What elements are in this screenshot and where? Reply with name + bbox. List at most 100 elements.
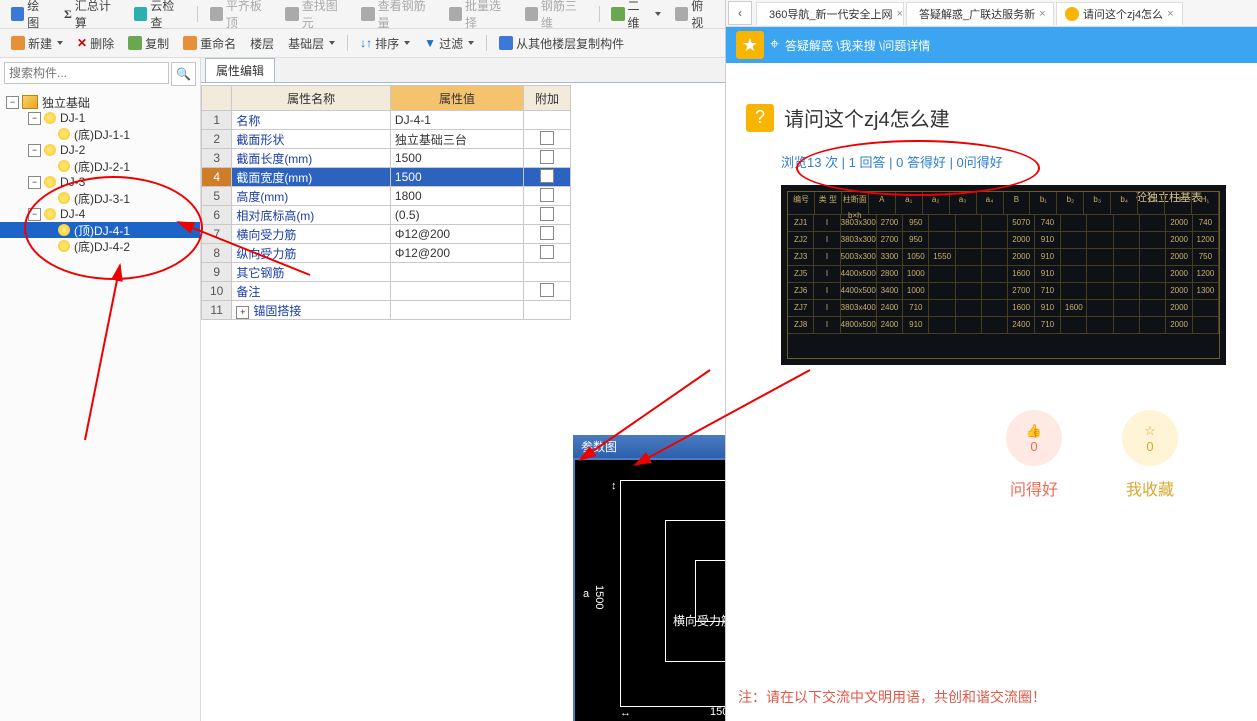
star-icon: ★ xyxy=(736,31,764,59)
delete-icon: ✕ xyxy=(77,36,87,50)
tree-root[interactable]: −独立基础 xyxy=(0,94,200,110)
checkbox[interactable] xyxy=(540,207,554,221)
rebar-icon xyxy=(361,7,374,21)
tb-sort[interactable]: ↓↑ 排序 xyxy=(355,34,415,53)
checkbox[interactable] xyxy=(540,131,554,145)
tb-floor[interactable]: 楼层 xyxy=(245,34,279,53)
tb-copy[interactable]: 复制 xyxy=(123,34,174,53)
tree-item[interactable]: (底)DJ-3-1 xyxy=(0,190,200,206)
checkbox[interactable] xyxy=(540,245,554,259)
vote-helpful[interactable]: 👍0 问得好 xyxy=(1006,410,1062,500)
property-row[interactable]: 11+锚固搭接 xyxy=(202,301,571,320)
property-row[interactable]: 4截面宽度(mm)1500 xyxy=(202,168,571,187)
property-row[interactable]: 3截面长度(mm)1500 xyxy=(202,149,571,168)
parameter-diagram: 参数图 纵向受力筋 横向受力筋 1500 b 1500 a ↕ ↔ xyxy=(573,435,725,721)
checkbox[interactable] xyxy=(540,226,554,240)
col-extra: 附加 xyxy=(524,86,571,111)
tb-del[interactable]: ✕ 删除 xyxy=(72,34,119,53)
table-row: ZJ3I5003x30033001050155020009102000750 xyxy=(788,249,1219,266)
search-icon: 🔍 xyxy=(176,67,191,81)
tb-sum[interactable]: Σ 汇总计算 xyxy=(59,0,125,32)
tree-group[interactable]: −DJ-1 xyxy=(0,110,200,126)
diagram-dim-a: 1500 xyxy=(593,585,605,609)
copyfrom-icon xyxy=(499,36,513,50)
property-row[interactable]: 10备注 xyxy=(202,282,571,301)
tree-group[interactable]: −DJ-3 xyxy=(0,174,200,190)
table-row: ZJ8I4800x500240091024007102000 xyxy=(788,317,1219,334)
tree-item[interactable]: (底)DJ-2-1 xyxy=(0,158,200,174)
property-row[interactable]: 7横向受力筋Φ12@200 xyxy=(202,225,571,244)
tb-2d[interactable]: 二维 xyxy=(606,0,666,32)
close-icon[interactable]: × xyxy=(1167,8,1173,20)
tb-base[interactable]: 基础层 xyxy=(283,34,340,53)
breadcrumb[interactable]: 答疑解惑 \我来搜 \问题详情 xyxy=(785,37,930,54)
property-row[interactable]: 6相对底标高(m)(0.5) xyxy=(202,206,571,225)
property-row[interactable]: 9其它钢筋 xyxy=(202,263,571,282)
filter-icon: ▼ xyxy=(424,36,436,50)
question-meta: 浏览13 次 | 1 回答 | 0 答得好 | 0问得好 xyxy=(781,152,1237,171)
align-icon xyxy=(210,7,223,21)
tree-item[interactable]: (顶)DJ-4-1 xyxy=(0,222,200,238)
close-icon[interactable]: × xyxy=(896,8,902,20)
close-icon[interactable]: × xyxy=(1039,8,1045,20)
tb-align[interactable]: 平齐板顶 xyxy=(205,0,277,32)
diagram-lab-a: a xyxy=(583,588,589,600)
new-icon xyxy=(11,36,25,50)
property-table[interactable]: 属性名称 属性值 附加 1名称DJ-4-12截面形状独立基础三台3截面长度(mm… xyxy=(201,85,571,320)
search-button[interactable]: 🔍 xyxy=(171,62,196,86)
vote-favorite[interactable]: ☆0 我收藏 xyxy=(1122,410,1178,500)
copy-icon xyxy=(128,36,142,50)
tree-group[interactable]: −DJ-4 xyxy=(0,206,200,222)
diagram-title: 参数图 xyxy=(573,435,725,458)
favicon-icon xyxy=(1065,7,1079,21)
search-input[interactable] xyxy=(4,62,169,84)
browser-tab[interactable]: 360导航_新一代安全上网× xyxy=(756,2,904,25)
question-title: 请问这个zj4怎么建 xyxy=(784,103,950,132)
tb-cloud[interactable]: 云检查 xyxy=(129,0,189,32)
tb-iso[interactable]: 俯视 xyxy=(670,0,719,32)
rename-icon xyxy=(183,36,197,50)
tb-rename[interactable]: 重命名 xyxy=(178,34,241,53)
tb-new[interactable]: 新建 xyxy=(6,34,68,53)
tb-filter[interactable]: ▼ 过滤 xyxy=(419,34,479,53)
tree-item[interactable]: (底)DJ-4-2 xyxy=(0,238,200,254)
checkbox[interactable] xyxy=(540,283,554,297)
tb-draw[interactable]: 绘图 xyxy=(6,0,55,32)
checkbox[interactable] xyxy=(540,188,554,202)
find-icon xyxy=(285,7,298,21)
tree-group[interactable]: −DJ-2 xyxy=(0,142,200,158)
checkbox[interactable] xyxy=(540,169,554,183)
table-row: ZJ7I3803x4002400710160091016002000 xyxy=(788,300,1219,317)
property-row[interactable]: 2截面形状独立基础三台 xyxy=(202,130,571,149)
property-row[interactable]: 5高度(mm)1800 xyxy=(202,187,571,206)
batch-icon xyxy=(449,7,462,21)
tree-item[interactable]: (底)DJ-1-1 xyxy=(0,126,200,142)
property-row[interactable]: 8纵向受力筋Φ12@200 xyxy=(202,244,571,263)
footer-note: 注：请在以下交流中文明用语，共创和谐交流圈！ xyxy=(738,687,1046,707)
browser-tabbar: ‹ 360导航_新一代安全上网×答疑解惑_广联达服务新×请问这个zj4怎么× xyxy=(726,0,1257,27)
prop-tabs: 属性编辑 xyxy=(201,58,725,83)
checkbox[interactable] xyxy=(540,150,554,164)
cloud-icon xyxy=(134,7,147,21)
browser-back[interactable]: ‹ xyxy=(728,1,752,25)
tab-property-edit[interactable]: 属性编辑 xyxy=(205,58,275,82)
draw-icon xyxy=(11,7,24,21)
sort-icon: ↓↑ xyxy=(360,36,372,50)
component-tree[interactable]: −独立基础−DJ-1(底)DJ-1-1−DJ-2(底)DJ-2-1−DJ-3(底… xyxy=(0,90,200,721)
question-icon: ? xyxy=(746,104,774,132)
browser-tab[interactable]: 答疑解惑_广联达服务新× xyxy=(906,2,1054,25)
browser-tab[interactable]: 请问这个zj4怎么× xyxy=(1056,2,1183,25)
embedded-drawing[interactable]: 砼独立柱基表 编号类 型柱断面 b×hAa₁a₂a₃a₄Bb₁b₂b₃b₄CHH… xyxy=(781,185,1226,365)
property-row[interactable]: 1名称DJ-4-1 xyxy=(202,111,571,130)
tb-copyfrom[interactable]: 从其他楼层复制构件 xyxy=(494,34,629,53)
star-outline-icon: ☆ xyxy=(1144,423,1156,439)
tb-rebar[interactable]: 查看钢筋量 xyxy=(356,0,439,32)
view2d-icon xyxy=(611,7,624,21)
thumb-icon: 👍 xyxy=(1026,423,1042,439)
toolbar-second: 新建 ✕ 删除 复制 重命名 楼层 基础层 ↓↑ 排序 ▼ 过滤 从其他楼层复制… xyxy=(0,29,725,58)
tb-batch[interactable]: 批量选择 xyxy=(444,0,516,32)
tb-rebar3d[interactable]: 钢筋三维 xyxy=(520,0,592,32)
tb-find[interactable]: 查找图元 xyxy=(280,0,352,32)
diagram-label-horizontal: 横向受力筋 xyxy=(673,612,725,629)
table-row: ZJ2I3803x3002700950200091020001200 xyxy=(788,232,1219,249)
